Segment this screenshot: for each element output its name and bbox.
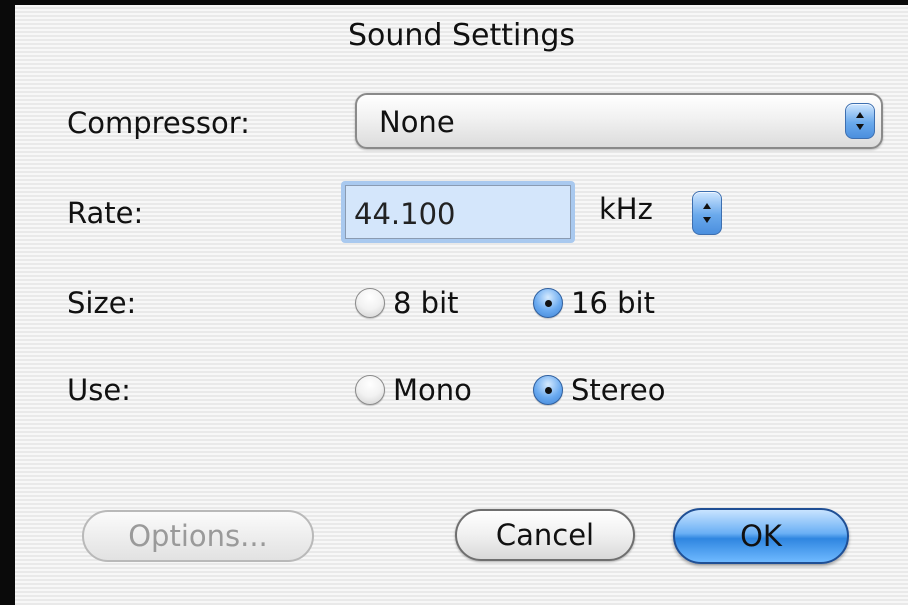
- up-down-arrows-icon: [703, 203, 711, 223]
- rate-unit-label: kHz: [599, 192, 653, 226]
- compressor-selected-value: None: [379, 105, 455, 139]
- cancel-button[interactable]: Cancel: [455, 509, 635, 561]
- size-label: Size:: [67, 286, 137, 320]
- size-16bit-radio[interactable]: 16 bit: [533, 284, 655, 322]
- radio-off-icon: [355, 375, 385, 405]
- compressor-label: Compressor:: [67, 106, 250, 140]
- radio-off-icon: [355, 288, 385, 318]
- compressor-popup[interactable]: None: [355, 93, 883, 149]
- options-button[interactable]: Options...: [82, 510, 314, 562]
- ok-button[interactable]: OK: [673, 508, 849, 564]
- rate-field-focus-ring: [341, 181, 575, 243]
- use-stereo-label: Stereo: [571, 373, 666, 407]
- radio-on-icon: [533, 375, 563, 405]
- dialog-title: Sound Settings: [347, 18, 576, 53]
- rate-input[interactable]: [345, 185, 571, 239]
- size-8bit-label: 8 bit: [393, 286, 459, 320]
- rate-label: Rate:: [67, 196, 144, 230]
- use-label: Use:: [67, 373, 131, 407]
- use-mono-label: Mono: [393, 373, 472, 407]
- sound-settings-dialog: Sound Settings Compressor: None Rate: kH…: [15, 5, 908, 605]
- rate-stepper[interactable]: [692, 191, 722, 235]
- up-down-arrows-icon: [845, 103, 875, 139]
- size-16bit-label: 16 bit: [571, 286, 655, 320]
- use-mono-radio[interactable]: Mono: [355, 371, 472, 409]
- size-8bit-radio[interactable]: 8 bit: [355, 284, 459, 322]
- use-stereo-radio[interactable]: Stereo: [533, 371, 666, 409]
- radio-on-icon: [533, 288, 563, 318]
